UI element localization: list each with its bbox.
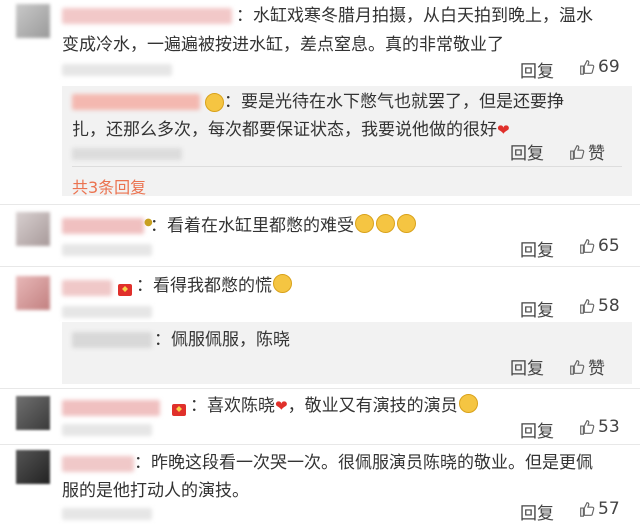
divider xyxy=(0,204,640,205)
username[interactable] xyxy=(62,280,112,296)
thumbs-up-icon xyxy=(570,359,585,375)
emoji-icon xyxy=(273,274,292,293)
reply-username[interactable] xyxy=(72,94,200,110)
emoji-icon xyxy=(397,214,416,233)
like-button[interactable]: 赞 xyxy=(568,139,605,164)
thumbs-up-icon xyxy=(580,60,595,75)
like-count: 69 xyxy=(598,57,620,77)
like-count: 57 xyxy=(598,499,620,519)
like-label: 赞 xyxy=(588,359,605,379)
comment-text: ：昨晚这段看一次哭一次。很佩服演员陈晓的敬业。但是更佩 xyxy=(134,453,593,473)
thumbs-up-icon xyxy=(580,239,595,254)
more-replies-link[interactable]: 共3条回复 xyxy=(72,174,146,198)
thumbs-up-icon xyxy=(570,144,585,160)
heart-icon: ❤ xyxy=(275,397,288,415)
timestamp xyxy=(62,244,152,256)
avatar[interactable] xyxy=(16,396,50,430)
username[interactable] xyxy=(62,400,160,416)
like-count: 58 xyxy=(598,296,620,316)
reply-text: 扎，还那么多次，每次都要保证状态，我要说他做的很好❤ xyxy=(72,120,510,140)
divider xyxy=(0,388,640,389)
reply-username[interactable] xyxy=(72,332,152,348)
emoji-icon xyxy=(204,93,225,114)
reply-button[interactable]: 回复 xyxy=(520,499,554,524)
like-button[interactable]: 65 xyxy=(578,236,620,256)
timestamp xyxy=(72,148,182,160)
comment-text: ：喜欢陈晓❤，敬业又有演技的演员 xyxy=(190,392,479,421)
timestamp xyxy=(62,64,172,76)
like-button[interactable]: 53 xyxy=(578,417,620,437)
divider xyxy=(0,266,640,267)
reply-button[interactable]: 回复 xyxy=(510,139,544,164)
username[interactable] xyxy=(62,218,144,234)
reply-button[interactable]: 回复 xyxy=(520,417,554,442)
emoji-icon xyxy=(376,214,395,233)
emoji-icon xyxy=(458,394,478,413)
timestamp xyxy=(62,424,152,436)
vip-badge-icon xyxy=(172,400,186,419)
avatar[interactable] xyxy=(16,212,50,246)
vip-badge-icon xyxy=(118,280,132,299)
like-count: 53 xyxy=(598,417,620,437)
reply-button[interactable]: 回复 xyxy=(520,296,554,321)
thumbs-up-icon xyxy=(580,502,595,517)
username[interactable] xyxy=(62,456,134,472)
username[interactable] xyxy=(62,8,232,24)
reply-text: ：要是光待在水下憋气也就罢了，但是还要挣 xyxy=(224,92,564,112)
like-count: 65 xyxy=(598,236,620,256)
like-button[interactable]: 57 xyxy=(578,499,620,519)
comment-text: ：水缸戏寒冬腊月拍摄，从白天拍到晚上，温水 xyxy=(236,6,593,26)
comment-text: ：看着在水缸里都憋的难受 xyxy=(150,212,417,241)
avatar[interactable] xyxy=(16,4,50,38)
emoji-icon xyxy=(355,214,374,233)
like-button[interactable]: 69 xyxy=(578,57,620,77)
avatar[interactable] xyxy=(16,450,50,484)
timestamp xyxy=(62,508,152,520)
comment-text: ：看得我都憋的慌 xyxy=(136,272,293,301)
reply-button[interactable]: 回复 xyxy=(520,57,554,82)
reply-button[interactable]: 回复 xyxy=(520,236,554,261)
thumbs-up-icon xyxy=(580,299,595,314)
comment-text: 变成冷水，一遍遍被按进水缸，差点窒息。真的非常敬业了 xyxy=(62,35,504,55)
like-button[interactable]: 58 xyxy=(578,296,620,316)
heart-icon: ❤ xyxy=(497,121,510,139)
comment-text: 服的是他打动人的演技。 xyxy=(62,481,249,501)
avatar[interactable] xyxy=(16,276,50,310)
like-label: 赞 xyxy=(588,144,605,164)
reply-divider xyxy=(72,166,622,167)
reply-button[interactable]: 回复 xyxy=(510,354,544,379)
thumbs-up-icon xyxy=(580,420,595,435)
like-button[interactable]: 赞 xyxy=(568,354,605,379)
divider xyxy=(0,444,640,445)
timestamp xyxy=(62,306,152,318)
reply-text: ：佩服佩服，陈晓 xyxy=(154,330,290,350)
